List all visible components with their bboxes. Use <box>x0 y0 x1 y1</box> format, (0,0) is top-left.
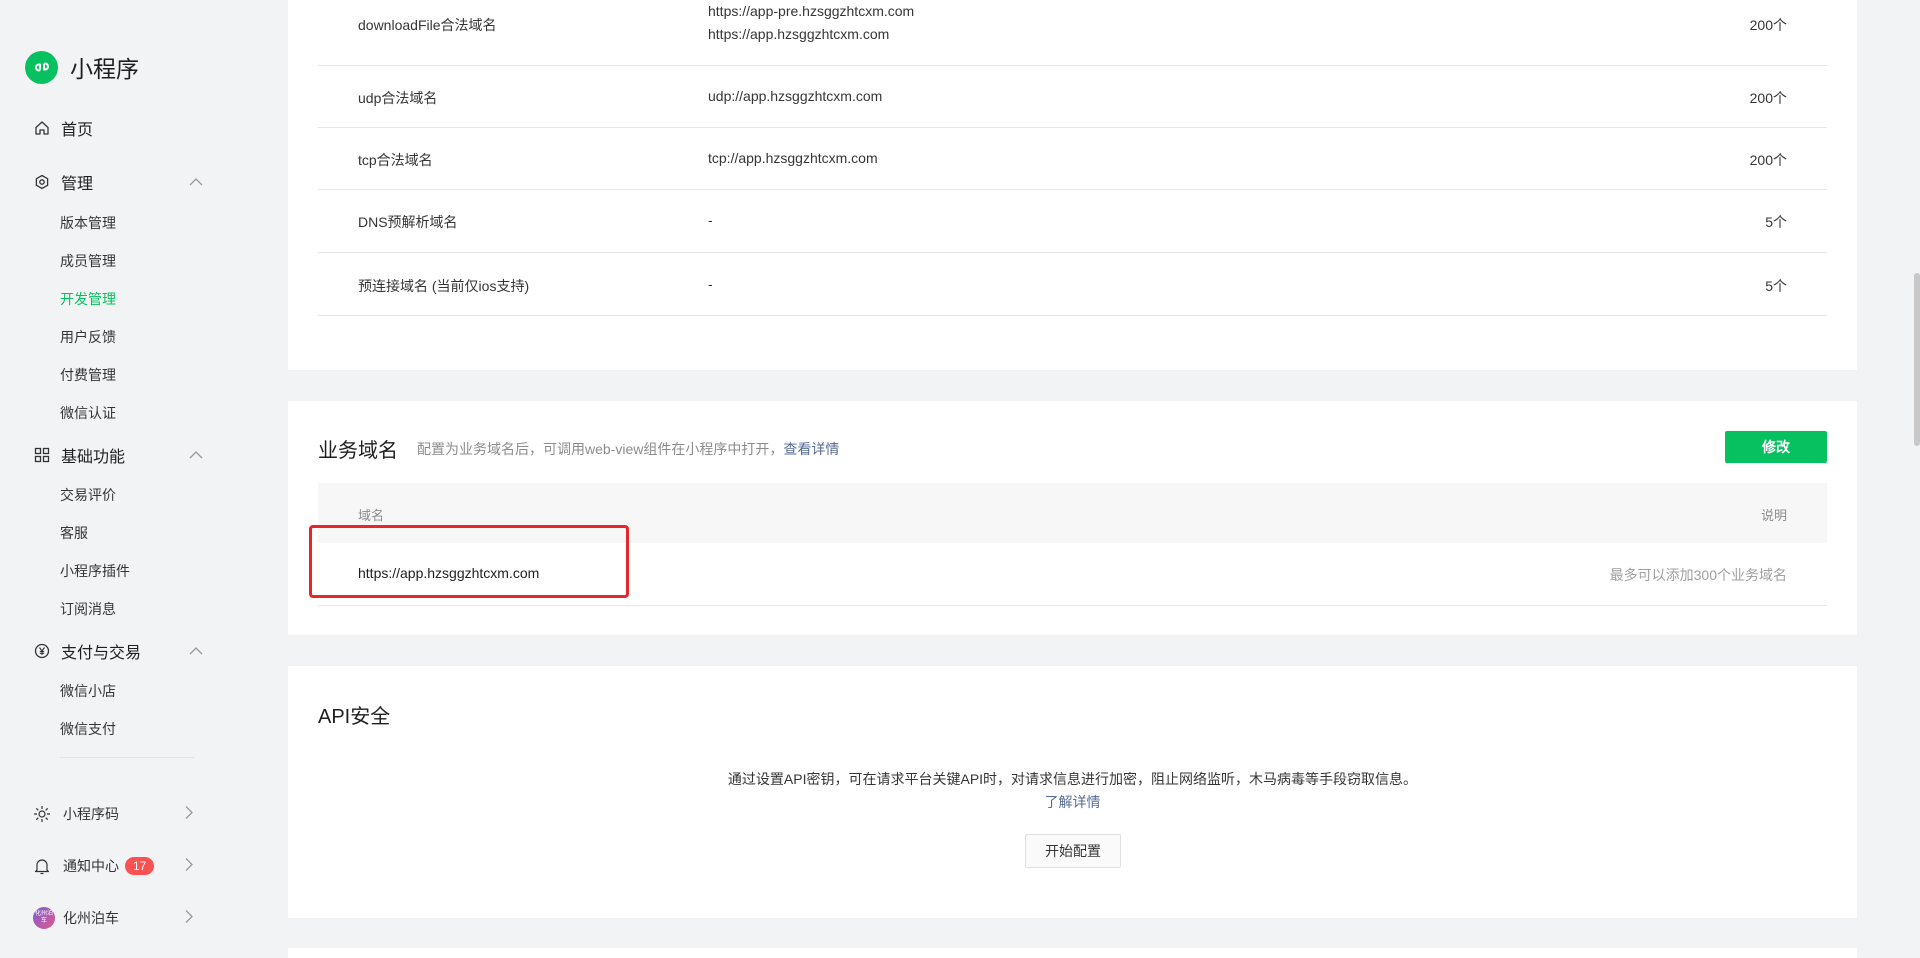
sidebar-divider <box>60 757 195 758</box>
row-name: tcp合法域名 <box>358 152 433 168</box>
nav-manage-label: 管理 <box>61 176 94 193</box>
api-security-title: API安全 <box>318 706 391 728</box>
nav-account[interactable]: 化州泊车 化州泊车 <box>33 907 193 929</box>
row-name: downloadFile合法域名 <box>358 17 497 33</box>
sidebar-item-shop[interactable]: 微信小店 <box>60 681 116 701</box>
row-value: - <box>708 212 713 228</box>
row-limit: 200个 <box>1749 90 1787 106</box>
scrollbar[interactable] <box>1914 273 1920 446</box>
settings-icon <box>33 173 51 191</box>
sidebar: 小程序 首页 管理 版本管理 成员管理 开发管理 用户反馈 付费管理 微信认证 … <box>0 0 220 953</box>
nav-notify-label: 通知中心 <box>63 858 119 874</box>
api-security-card: API安全 通过设置API密钥，可在请求平台关键API时，对请求信息进行加密，阻… <box>288 666 1857 918</box>
sidebar-item-members[interactable]: 成员管理 <box>60 251 116 271</box>
sidebar-item-service[interactable]: 客服 <box>60 523 88 543</box>
next-card <box>288 948 1857 958</box>
row-name: DNS预解析域名 <box>358 214 458 230</box>
nav-home[interactable]: 首页 <box>33 116 203 140</box>
sidebar-item-wxpay[interactable]: 微信支付 <box>60 719 116 739</box>
sidebar-item-version[interactable]: 版本管理 <box>60 213 116 233</box>
sidebar-item-review[interactable]: 交易评价 <box>60 485 116 505</box>
row-value: tcp://app.hzsggzhtcxm.com <box>708 150 878 166</box>
table-row: udp合法域名 udp://app.hzsggzhtcxm.com 200个 <box>318 66 1827 128</box>
row-value: udp://app.hzsggzhtcxm.com <box>708 88 883 104</box>
start-config-button[interactable]: 开始配置 <box>1025 834 1121 868</box>
sidebar-item-certification[interactable]: 微信认证 <box>60 403 116 423</box>
home-icon <box>33 119 51 137</box>
miniprogram-logo-icon <box>25 50 58 84</box>
row-limit: 5个 <box>1765 278 1787 294</box>
column-note: 说明 <box>1760 508 1787 523</box>
bell-icon <box>33 857 51 875</box>
column-domain: 域名 <box>358 508 385 523</box>
api-security-desc: 通过设置API密钥，可在请求平台关键API时，对请求信息进行加密，阻止网络监听，… <box>727 771 1418 787</box>
nav-qrcode-label: 小程序码 <box>63 806 119 822</box>
highlight-box <box>309 525 629 598</box>
view-details-link[interactable]: 查看详情 <box>783 441 839 457</box>
nav-basic-label: 基础功能 <box>61 449 126 466</box>
sidebar-item-development[interactable]: 开发管理 <box>60 289 116 309</box>
chevron-up-icon[interactable] <box>189 173 203 191</box>
edit-button[interactable]: 修改 <box>1725 431 1827 463</box>
table-row: tcp合法域名 tcp://app.hzsggzhtcxm.com 200个 <box>318 128 1827 190</box>
app-logo[interactable]: 小程序 <box>25 50 139 84</box>
domain-note: 最多可以添加300个业务域名 <box>1609 567 1787 583</box>
table-row: DNS预解析域名 - 5个 <box>318 190 1827 253</box>
chevron-right-icon <box>185 806 193 823</box>
notify-count-badge: 17 <box>125 857 155 875</box>
nav-home-label: 首页 <box>61 122 94 139</box>
row-value: https://app-pre.hzsggzhtcxm.com <box>708 3 915 19</box>
nav-pay[interactable]: 支付与交易 <box>33 639 203 663</box>
learn-more-link[interactable]: 了解详情 <box>288 792 1857 812</box>
table-row: 预连接域名 (当前仅ios支持) - 5个 <box>318 253 1827 316</box>
avatar: 化州泊车 <box>33 907 55 929</box>
row-limit: 5个 <box>1765 214 1787 230</box>
business-domain-desc-text: 配置为业务域名后，可调用web-view组件在小程序中打开， <box>417 441 784 457</box>
server-domain-card: downloadFile合法域名 https://app-pre.hzsggzh… <box>288 0 1857 370</box>
apps-icon <box>33 446 51 464</box>
row-name: udp合法域名 <box>358 90 438 106</box>
sidebar-item-feedback[interactable]: 用户反馈 <box>60 327 116 347</box>
business-domain-desc: 配置为业务域名后，可调用web-view组件在小程序中打开，查看详情 <box>417 439 839 459</box>
app-title: 小程序 <box>70 56 139 82</box>
chevron-up-icon[interactable] <box>189 446 203 464</box>
row-value: https://app.hzsggzhtcxm.com <box>708 26 890 42</box>
qrcode-sun-icon <box>33 805 51 823</box>
business-domain-title: 业务域名 <box>318 440 398 462</box>
nav-qrcode[interactable]: 小程序码 <box>33 804 193 824</box>
nav-manage[interactable]: 管理 <box>33 170 203 194</box>
row-name: 预连接域名 (当前仅ios支持) <box>358 278 530 294</box>
account-name: 化州泊车 <box>63 910 119 926</box>
row-limit: 200个 <box>1749 152 1787 168</box>
row-limit: 200个 <box>1749 17 1787 33</box>
business-domain-card: 业务域名 配置为业务域名后，可调用web-view组件在小程序中打开，查看详情 … <box>288 401 1857 635</box>
row-value: - <box>708 276 713 292</box>
nav-pay-label: 支付与交易 <box>61 645 142 662</box>
table-row: downloadFile合法域名 https://app-pre.hzsggzh… <box>318 0 1827 66</box>
yen-icon <box>33 642 51 660</box>
sidebar-item-plugins[interactable]: 小程序插件 <box>60 561 130 581</box>
nav-notify[interactable]: 通知中心 17 <box>33 856 193 876</box>
sidebar-item-subscribe[interactable]: 订阅消息 <box>60 599 116 619</box>
chevron-right-icon <box>185 910 193 927</box>
chevron-right-icon <box>185 858 193 875</box>
chevron-up-icon[interactable] <box>189 642 203 660</box>
sidebar-item-billing[interactable]: 付费管理 <box>60 365 116 385</box>
nav-basic[interactable]: 基础功能 <box>33 443 203 467</box>
